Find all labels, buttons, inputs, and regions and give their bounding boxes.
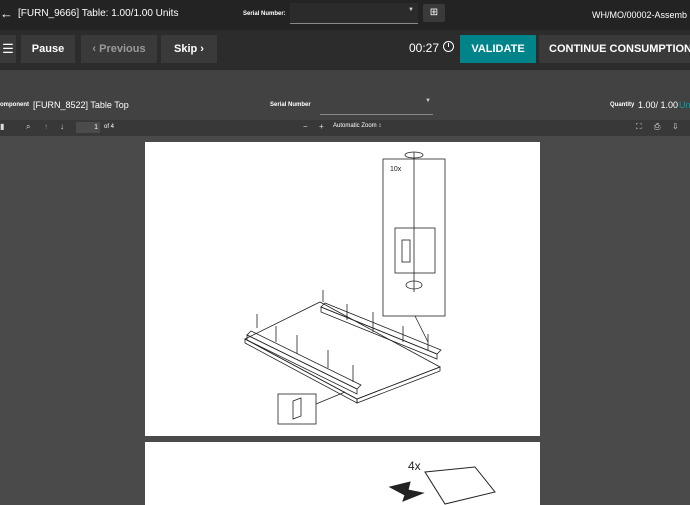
mo-reference: WH/MO/00002-Assemb xyxy=(592,10,688,20)
back-arrow-icon[interactable]: ← xyxy=(0,6,13,22)
component-serial-input[interactable]: ▼ xyxy=(320,96,433,115)
zoom-select[interactable]: Automatic Zoom ↕ xyxy=(333,123,381,129)
zoom-in-icon[interactable]: + xyxy=(319,122,324,131)
previous-page-icon[interactable]: ↑ xyxy=(44,122,48,131)
zoom-value: Automatic Zoom xyxy=(333,123,377,129)
component-row: omponent [FURN_8522] Table Top Serial Nu… xyxy=(0,90,690,120)
dropdown-caret-icon: ▼ xyxy=(408,7,414,13)
component-serial-label: Serial Number xyxy=(270,102,311,108)
component-label: omponent xyxy=(0,102,29,108)
skip-button[interactable]: Skip › xyxy=(161,35,217,63)
previous-button[interactable]: ‹ Previous xyxy=(81,35,157,63)
dropdown-caret-icon: ▼ xyxy=(425,98,431,104)
component-name: [FURN_8522] Table Top xyxy=(33,100,129,110)
add-serial-button[interactable]: ⊞ xyxy=(423,4,445,22)
hamburger-icon: ☰ xyxy=(2,41,14,56)
step-count-label-2: 4x xyxy=(408,459,421,473)
page-number-input[interactable]: 1 xyxy=(76,122,100,133)
menu-button[interactable]: ☰ xyxy=(0,35,16,63)
pdf-viewer[interactable]: 10x 4x xyxy=(0,136,690,505)
validate-button[interactable]: VALIDATE xyxy=(460,35,536,63)
page-title: [FURN_9666] Table: 1.00/1.00 Units xyxy=(18,8,179,19)
assembly-diagram-1: 10x xyxy=(244,151,446,425)
search-icon[interactable]: ⌕ xyxy=(26,122,30,132)
pause-button[interactable]: Pause xyxy=(21,35,75,63)
clock-icon[interactable] xyxy=(443,41,454,52)
continue-consumption-button[interactable]: CONTINUE CONSUMPTION xyxy=(539,35,690,63)
step-count-label: 10x xyxy=(390,166,402,173)
sidebar-toggle-icon[interactable]: ▮ xyxy=(0,122,4,131)
pdf-page-1: 10x xyxy=(145,142,540,436)
zoom-out-icon[interactable]: − xyxy=(303,122,308,131)
quantity-value: 1.00/ 1.00 xyxy=(638,100,679,110)
print-icon[interactable]: ⎙ xyxy=(654,122,660,132)
page-count: of 4 xyxy=(104,124,115,130)
action-bar: ☰ Pause ‹ Previous Skip › 00:27 VALIDATE… xyxy=(0,30,690,70)
timer: 00:27 xyxy=(409,41,440,55)
quantity-label: Quantity xyxy=(610,102,635,108)
serial-number-input[interactable]: ▼ xyxy=(290,3,418,24)
top-bar: ← [FURN_9666] Table: 1.00/1.00 Units Ser… xyxy=(0,0,690,30)
next-page-icon[interactable]: ↓ xyxy=(60,122,64,131)
pdf-page-2: 4x xyxy=(145,442,540,505)
quantity-unit: Un xyxy=(679,100,690,110)
serial-number-label: Serial Number: xyxy=(243,11,286,17)
assembly-diagram-2: 4x xyxy=(388,459,496,505)
download-icon[interactable]: ⇩ xyxy=(672,122,679,131)
fullscreen-icon[interactable]: ⛶ xyxy=(636,122,642,132)
pdf-toolbar: ▮ ⌕ ↑ ↓ 1 of 4 − + Automatic Zoom ↕ ⛶ ⎙ … xyxy=(0,120,690,136)
